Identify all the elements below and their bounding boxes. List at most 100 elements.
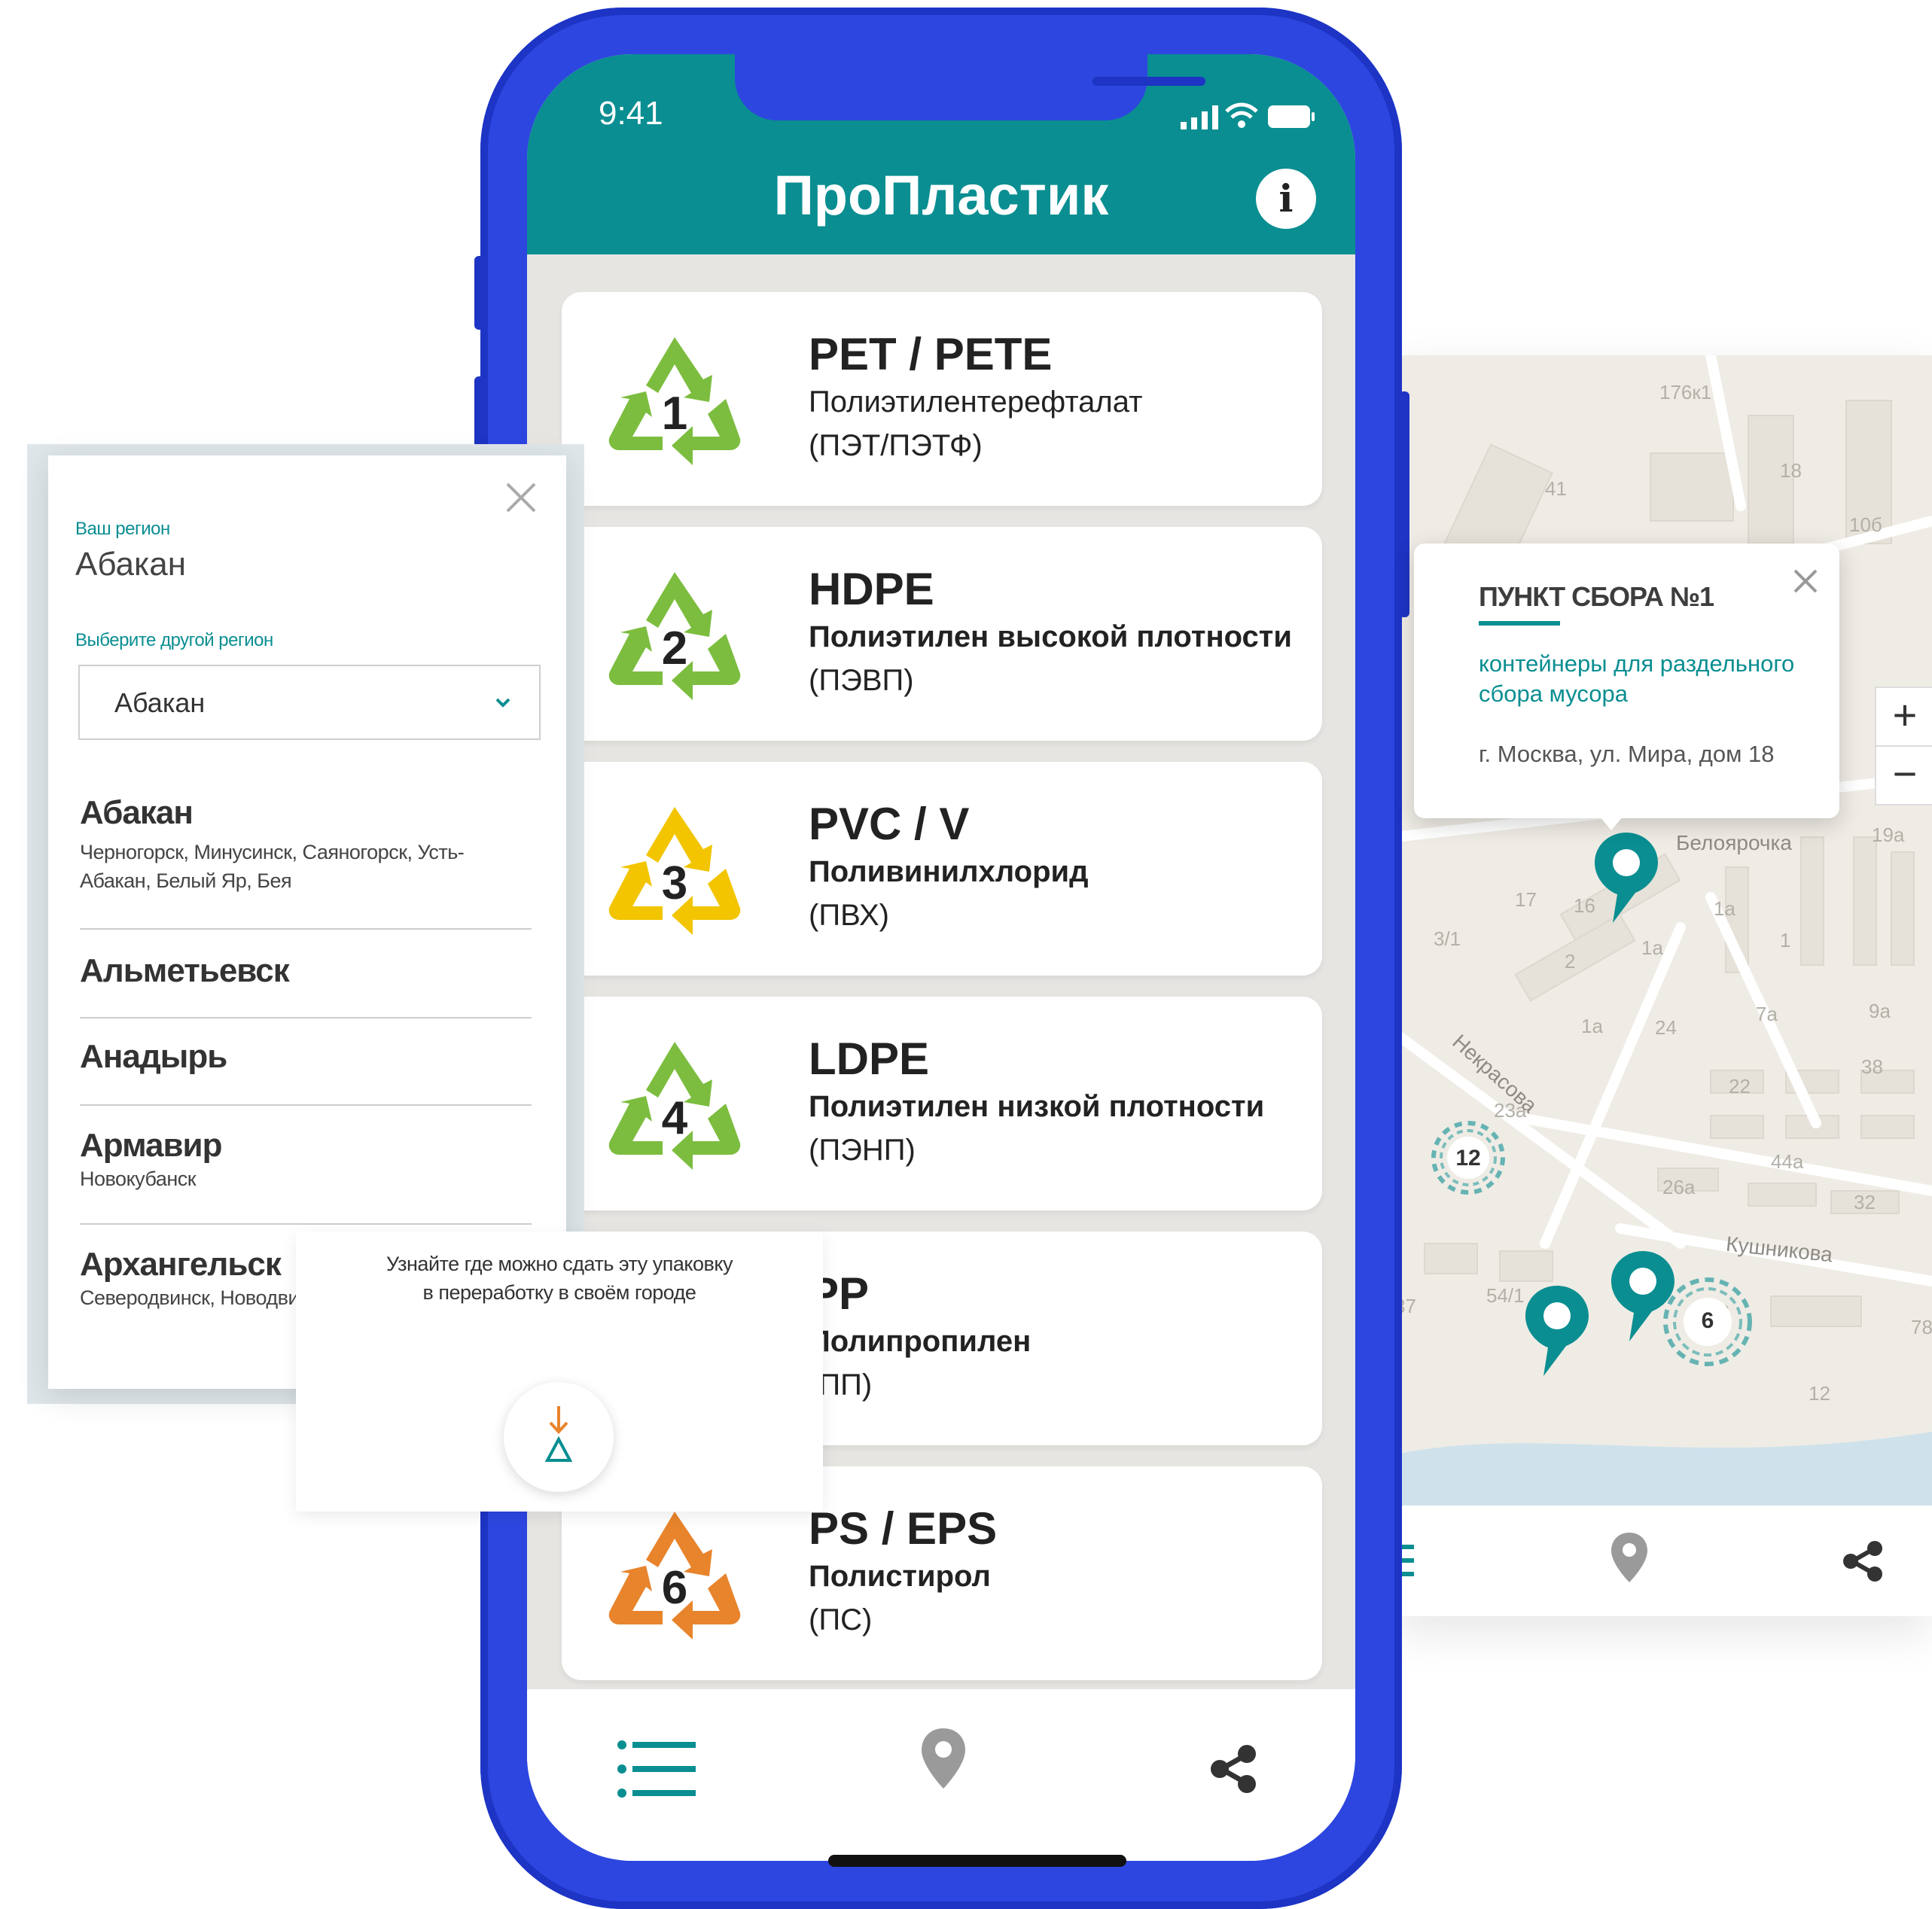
location-pin-icon[interactable] [1610,1531,1649,1584]
location-pin-icon[interactable] [920,1727,967,1790]
app-header: 9:41 ПроПластик i [527,54,1355,254]
plastic-card-3[interactable]: 3 PVC / V Поливинилхлорид (ПВХ) [562,762,1322,976]
plastic-code: PET / PETE [809,329,1053,379]
house-number: 3/1 [1434,927,1461,950]
close-icon[interactable] [504,481,538,514]
city-item-almetyevsk[interactable]: Альметьевск [80,952,532,990]
choose-region-caption: Выберите другой регион [75,630,273,650]
plastic-abbr: (ПС) [809,1603,873,1637]
popup-title-underline [1479,621,1560,626]
battery-icon [1268,105,1315,128]
find-recycling-button[interactable] [504,1382,614,1492]
plastic-name: Полипропилен [809,1325,1032,1358]
city-item-abakan[interactable]: Абакан Черногорск, Минусинск, Саяногорск… [80,794,532,895]
plastic-name: Полиэтилен высокой плотности [809,620,1292,653]
divider [80,1223,532,1225]
share-icon[interactable] [1842,1540,1884,1582]
divider [80,928,532,930]
app-tab-bar [527,1689,1355,1861]
region-select[interactable]: Абакан [78,665,541,740]
house-number: 32 [1854,1191,1876,1213]
plastic-card-4[interactable]: 4 LDPE Полиэтилен низкой плотности (ПЭНП… [562,997,1322,1210]
cluster-count: 12 [1455,1146,1481,1171]
app-title: ПроПластик [773,164,1109,227]
house-number: 1а [1581,1015,1603,1037]
recycle-number: 6 [662,1562,687,1614]
divider [80,1017,532,1018]
share-icon[interactable] [1209,1745,1257,1793]
house-number: 1 [1780,929,1791,951]
city-item-anadyr[interactable]: Анадырь [80,1038,532,1076]
house-number: 38 [1861,1055,1883,1078]
plastic-abbr: (ПЭВП) [809,664,914,697]
recycle-symbol-icon: 1 [608,337,741,465]
phone-speaker [1092,77,1205,86]
house-number: 54/1 [1486,1284,1525,1307]
recycle-symbol-icon: 4 [608,1042,741,1170]
current-region: Абакан [75,546,186,583]
house-number: 2 [1565,950,1576,973]
zoom-in-button[interactable]: + [1875,687,1932,747]
popup-pointer [1595,811,1628,830]
recycle-number: 4 [662,1092,688,1144]
plastic-code: HDPE [809,564,934,614]
city-item-armavir[interactable]: Армавир Новокубанск [80,1127,532,1193]
home-indicator [828,1855,1126,1867]
house-number: 176к1 [1659,381,1712,403]
house-number: 7а [1756,1003,1778,1025]
list-icon[interactable] [617,1740,696,1798]
plastic-code: PVC / V [809,799,970,849]
phone-frame: 9:41 ПроПластик i 1 PET / PETE Полиэтиле… [480,8,1402,1909]
phone-screen: 9:41 ПроПластик i 1 PET / PETE Полиэтиле… [527,54,1355,1861]
recycle-number: 2 [662,623,687,674]
map-marker-icon[interactable] [1592,830,1661,926]
recycle-symbol-icon: 6 [608,1512,741,1640]
map-marker-icon[interactable] [1608,1248,1678,1344]
signal-icon [1181,105,1218,129]
city-name: Абакан [80,794,194,831]
street-label: Белоярочка [1676,831,1792,854]
status-time: 9:41 [599,95,663,132]
divider [80,1104,532,1106]
house-number: 9а [1869,1000,1891,1022]
recycle-symbol-icon: 3 [608,807,741,935]
plastic-name: Полиэтилентерефталат [809,385,1143,419]
collection-point-popup: ПУНКТ СБОРА №1 контейнеры для раздельног… [1414,543,1839,830]
plastic-name: Полистирол [809,1560,991,1593]
plastic-card-2[interactable]: 2 HDPE Полиэтилен высокой плотности (ПЭВ… [562,527,1322,741]
map-tab-bar [1394,1506,1932,1616]
popup-description: контейнеры для раздельного сбора мусора [1479,650,1795,707]
plastic-abbr: (ПЭНП) [809,1134,916,1167]
your-region-caption: Ваш регион [75,519,170,539]
city-name: Армавир [80,1127,223,1164]
map-view[interactable]: 176к1 41 18 10б 17 16 3/1 2 1а 1а 1 24 1… [1394,355,1932,1506]
city-name: Альметьевск [80,952,290,989]
info-popup-text: Узнайте где можно сдать эту упаковку в п… [386,1253,733,1304]
recycle-download-icon [544,1406,573,1462]
city-subtitle: Новокубанск [80,1168,197,1190]
house-number: 10б [1849,513,1882,536]
plastic-name: Полиэтилен низкой плотности [809,1090,1265,1123]
recycle-number: 3 [662,857,687,909]
house-number: 18 [1780,459,1802,482]
plastic-abbr: (ПЭТ/ПЭТФ) [809,429,983,462]
house-number: 26а [1662,1176,1696,1198]
plastic-name: Поливинилхлорид [809,855,1089,888]
house-number: 78 [1911,1316,1932,1338]
phone-notch [735,54,1205,120]
house-number: 22 [1729,1075,1751,1098]
house-number: 1а [1641,936,1663,959]
close-icon[interactable] [1790,566,1821,596]
house-number: 41 [1545,477,1567,500]
popup-address: г. Москва, ул. Мира, дом 18 [1479,741,1775,767]
plastic-card-1[interactable]: 1 PET / PETE Полиэтилентерефталат (ПЭТ/П… [562,292,1322,506]
house-number: 19а [1872,824,1905,846]
plastic-code: PS / EPS [809,1503,998,1554]
popup-title: ПУНКТ СБОРА №1 [1479,581,1714,612]
info-button[interactable]: i [1256,169,1316,229]
house-number: 44а [1771,1150,1804,1173]
map-marker-icon[interactable] [1522,1283,1592,1379]
recycle-info-popup: Узнайте где можно сдать эту упаковку в п… [296,1232,823,1512]
zoom-out-button[interactable]: − [1875,745,1932,805]
city-name: Анадырь [80,1038,227,1075]
